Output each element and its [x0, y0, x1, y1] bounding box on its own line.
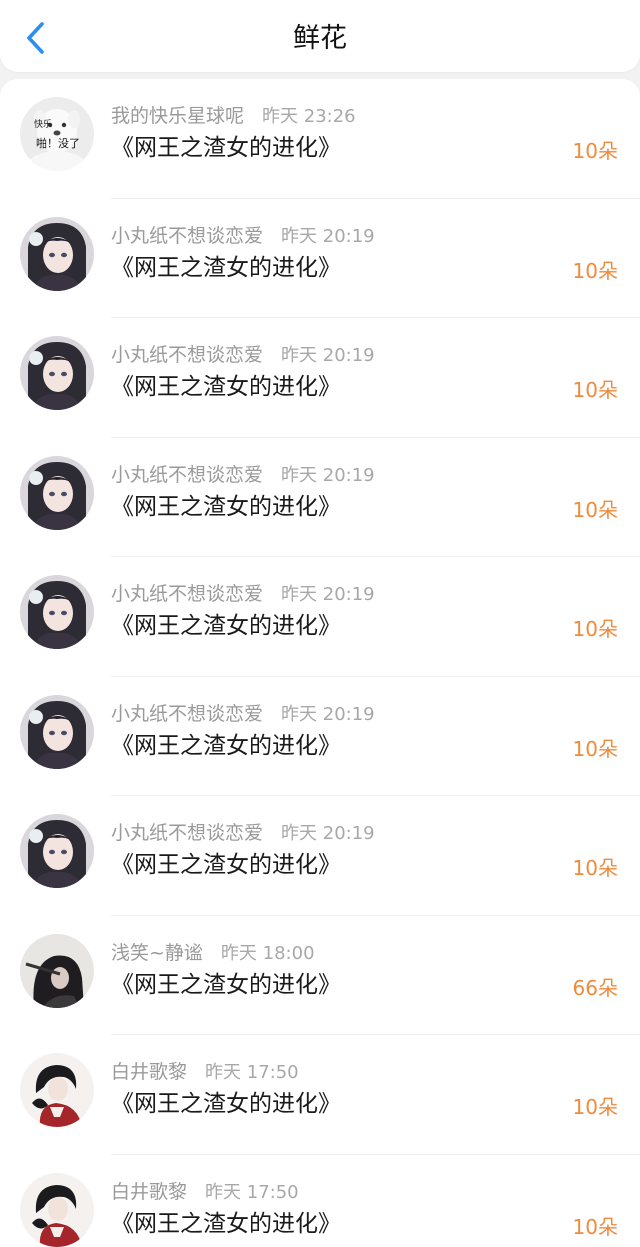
timestamp: 昨天 20:19 — [281, 584, 375, 605]
book-title[interactable]: 《网王之渣女的进化》 — [111, 372, 341, 402]
sender-line: 白井歌黎 昨天 17:50 — [111, 1180, 299, 1205]
sender-line: 浅笑~静谧 昨天 18:00 — [111, 941, 315, 966]
sender-line: 小丸纸不想谈恋爱 昨天 20:19 — [111, 582, 375, 607]
list-item[interactable]: 快乐 啪！没了 我的快乐星球呢 昨天 23:26 《网王之渣女的进化》 10朵 — [0, 79, 640, 199]
timestamp: 昨天 20:19 — [281, 823, 375, 844]
book-title[interactable]: 《网王之渣女的进化》 — [111, 1089, 341, 1119]
timestamp: 昨天 17:50 — [205, 1062, 299, 1083]
sender-name[interactable]: 小丸纸不想谈恋爱 — [111, 344, 263, 366]
timestamp: 昨天 20:19 — [281, 345, 375, 366]
avatar[interactable] — [20, 933, 94, 1008]
timestamp: 昨天 23:26 — [262, 106, 356, 127]
book-title[interactable]: 《网王之渣女的进化》 — [111, 492, 341, 522]
book-title[interactable]: 《网王之渣女的进化》 — [111, 970, 341, 1000]
flower-count: 10朵 — [572, 1095, 618, 1119]
list-item[interactable]: 小丸纸不想谈恋爱 昨天 20:19 《网王之渣女的进化》 10朵 — [0, 318, 640, 438]
page-title: 鲜花 — [293, 23, 347, 54]
flower-count: 10朵 — [572, 139, 618, 163]
sender-line: 白井歌黎 昨天 17:50 — [111, 1060, 299, 1085]
list-item[interactable]: 白井歌黎 昨天 17:50 《网王之渣女的进化》 10朵 — [0, 1035, 640, 1155]
sender-name[interactable]: 小丸纸不想谈恋爱 — [111, 225, 263, 247]
flower-list: 快乐 啪！没了 我的快乐星球呢 昨天 23:26 《网王之渣女的进化》 10朵 小丸纸不想谈… — [0, 79, 640, 1247]
sender-line: 小丸纸不想谈恋爱 昨天 20:19 — [111, 702, 375, 727]
book-title[interactable]: 《网王之渣女的进化》 — [111, 611, 341, 641]
list-item[interactable]: 小丸纸不想谈恋爱 昨天 20:19 《网王之渣女的进化》 10朵 — [0, 796, 640, 916]
sender-name[interactable]: 小丸纸不想谈恋爱 — [111, 822, 263, 844]
list-item[interactable]: 白井歌黎 昨天 17:50 《网王之渣女的进化》 10朵 — [0, 1155, 640, 1247]
list-item[interactable]: 小丸纸不想谈恋爱 昨天 20:19 《网王之渣女的进化》 10朵 — [0, 199, 640, 318]
list-item[interactable]: 小丸纸不想谈恋爱 昨天 20:19 《网王之渣女的进化》 10朵 — [0, 438, 640, 557]
avatar[interactable] — [20, 216, 94, 291]
sender-name[interactable]: 小丸纸不想谈恋爱 — [111, 583, 263, 605]
flower-count: 10朵 — [572, 258, 618, 283]
sender-name[interactable]: 小丸纸不想谈恋爱 — [111, 703, 263, 725]
book-title[interactable]: 《网王之渣女的进化》 — [111, 731, 341, 761]
timestamp: 昨天 20:19 — [281, 703, 375, 725]
timestamp: 昨天 20:19 — [281, 225, 375, 247]
book-title[interactable]: 《网王之渣女的进化》 — [111, 850, 341, 880]
book-title[interactable]: 《网王之渣女的进化》 — [111, 253, 341, 283]
sender-line: 我的快乐星球呢 昨天 23:26 — [111, 104, 356, 129]
sender-name[interactable]: 浅笑~静谧 — [111, 942, 203, 964]
flower-count: 10朵 — [572, 1214, 618, 1239]
flower-count: 10朵 — [572, 856, 618, 880]
avatar[interactable] — [20, 1053, 94, 1127]
flower-count: 10朵 — [572, 378, 618, 402]
flower-count: 10朵 — [572, 497, 618, 522]
timestamp: 昨天 20:19 — [281, 464, 375, 486]
avatar[interactable] — [20, 694, 94, 769]
sender-name[interactable]: 小丸纸不想谈恋爱 — [111, 464, 263, 486]
flower-count: 10朵 — [572, 617, 618, 641]
avatar[interactable] — [20, 1172, 94, 1247]
flower-count: 10朵 — [572, 736, 618, 761]
flower-count: 66朵 — [572, 975, 618, 1000]
sender-name[interactable]: 我的快乐星球呢 — [111, 105, 244, 127]
avatar[interactable] — [20, 814, 94, 888]
sender-line: 小丸纸不想谈恋爱 昨天 20:19 — [111, 463, 375, 488]
nav-bar: 鲜花 — [0, 0, 640, 72]
list-item[interactable]: 浅笑~静谧 昨天 18:00 《网王之渣女的进化》 66朵 — [0, 916, 640, 1035]
sender-name[interactable]: 白井歌黎 — [111, 1181, 187, 1203]
avatar[interactable] — [20, 336, 94, 410]
avatar[interactable] — [20, 575, 94, 649]
timestamp: 昨天 18:00 — [220, 942, 315, 964]
list-item[interactable]: 小丸纸不想谈恋爱 昨天 20:19 《网王之渣女的进化》 10朵 — [0, 557, 640, 677]
page: 鲜花 快乐 啪！没了 我的快乐星球呢 昨天 23:26 《网王之渣女的进化》 10朵 小丸纸… — [0, 0, 640, 1247]
sender-name[interactable]: 白井歌黎 — [111, 1061, 187, 1083]
sender-line: 小丸纸不想谈恋爱 昨天 20:19 — [111, 343, 375, 368]
avatar[interactable]: 快乐啪！没了 — [20, 97, 94, 171]
book-title[interactable]: 《网王之渣女的进化》 — [111, 133, 341, 163]
avatar-text: 快乐 — [34, 120, 53, 130]
list-item[interactable]: 小丸纸不想谈恋爱 昨天 20:19 《网王之渣女的进化》 10朵 — [0, 677, 640, 796]
sender-line: 小丸纸不想谈恋爱 昨天 20:19 — [111, 821, 375, 846]
timestamp: 昨天 17:50 — [205, 1181, 299, 1203]
book-title[interactable]: 《网王之渣女的进化》 — [111, 1209, 341, 1239]
avatar-text: 啪！没了 — [36, 137, 80, 150]
avatar[interactable] — [20, 455, 94, 530]
sender-line: 小丸纸不想谈恋爱 昨天 20:19 — [111, 224, 375, 249]
